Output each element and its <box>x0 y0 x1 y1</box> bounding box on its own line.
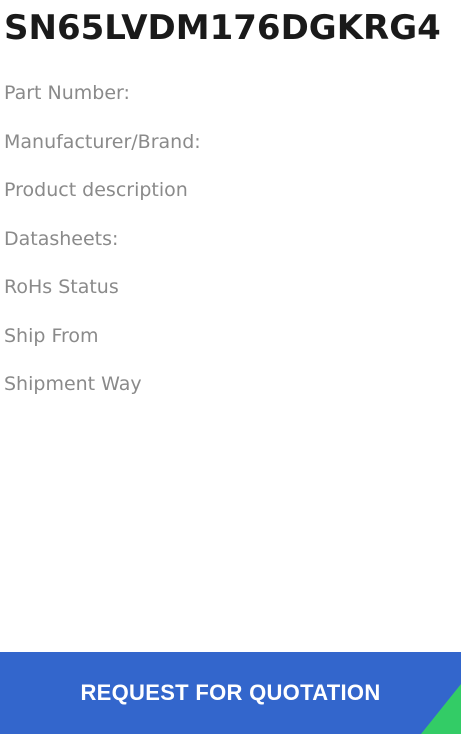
product-spec-list: Part Number: Manufacturer/Brand: Product… <box>4 78 201 418</box>
corner-accent-triangle <box>421 684 461 734</box>
spec-label-ship-from: Ship From <box>4 324 99 347</box>
spec-label-shipment-way: Shipment Way <box>4 373 142 395</box>
spec-label-rohs-status: RoHs Status <box>4 276 119 298</box>
request-quotation-label: REQUEST FOR QUOTATION <box>80 680 381 705</box>
spec-label-manufacturer-brand: Manufacturer/Brand: <box>4 130 201 153</box>
spec-label-product-description: Product description <box>4 179 188 201</box>
spec-label-datasheets: Datasheets: <box>4 227 119 250</box>
spec-label-part-number: Part Number: <box>4 82 130 104</box>
product-title: SN65LVDM176DGKRG4 <box>4 8 441 48</box>
request-quotation-button[interactable]: REQUEST FOR QUOTATION <box>0 652 461 734</box>
